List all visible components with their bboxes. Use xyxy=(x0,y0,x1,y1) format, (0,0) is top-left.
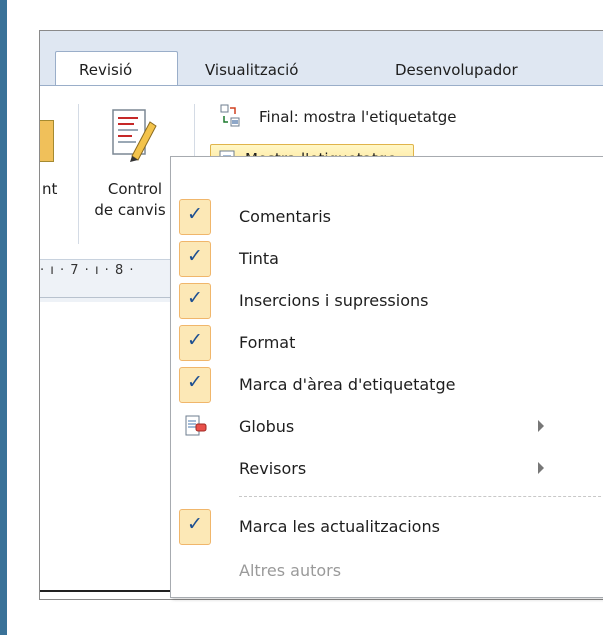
checked-icon: ✓ xyxy=(179,283,211,319)
display-for-review-label: Final: mostra l'etiquetatge xyxy=(259,108,457,126)
balloon-icon xyxy=(185,415,207,436)
menu-item-format[interactable]: ✓ Format xyxy=(171,323,603,365)
menu-separator xyxy=(239,496,603,497)
menu-item-label: Revisors xyxy=(239,459,307,478)
checked-icon: ✓ xyxy=(179,241,211,277)
menu-item-comentaris[interactable]: ✓ Comentaris xyxy=(171,197,603,239)
track-changes-label-2[interactable]: de canvis xyxy=(90,200,170,221)
checked-icon: ✓ xyxy=(179,509,211,545)
menu-item-label: Altres autors xyxy=(239,561,342,580)
submenu-arrow-icon xyxy=(538,462,544,474)
checked-icon: ✓ xyxy=(179,367,211,403)
track-changes-label-1: Control xyxy=(107,180,163,198)
menu-item-label: Format xyxy=(239,333,296,352)
ribbon-partial-label: nt xyxy=(42,180,58,198)
menu-item-marca-actualitzacions[interactable]: ✓ Marca les actualitzacions xyxy=(171,507,603,549)
tab-desenvolupador[interactable]: Desenvolupador xyxy=(395,61,518,79)
menu-item-altres-autors: Altres autors xyxy=(171,551,603,593)
menu-item-revisors[interactable]: Revisors xyxy=(171,449,603,491)
window-edge-bar xyxy=(0,0,7,635)
menu-item-globus[interactable]: Globus xyxy=(171,407,603,449)
display-for-review-icon xyxy=(220,104,240,127)
show-markup-menu: ✓ Comentaris ✓ Tinta ✓ Insercions i supr… xyxy=(170,156,603,598)
menu-item-label: Comentaris xyxy=(239,207,331,226)
tab-visualitzacio[interactable]: Visualització xyxy=(205,61,299,79)
menu-item-tinta[interactable]: ✓ Tinta xyxy=(171,239,603,281)
ruler-marks: · ı · 7 · ı · 8 · xyxy=(40,263,135,278)
checked-icon: ✓ xyxy=(179,199,211,235)
menu-item-label: Globus xyxy=(239,417,295,436)
menu-item-label: Tinta xyxy=(239,249,279,268)
ribbon-tab-strip: Revisió Visualització Desenvolupador xyxy=(40,31,603,87)
menu-item-label: Insercions i supressions xyxy=(239,291,429,310)
menu-item-insercions-supressions[interactable]: ✓ Insercions i supressions xyxy=(171,281,603,323)
submenu-arrow-icon xyxy=(538,420,544,432)
menu-item-label: Marca les actualitzacions xyxy=(239,517,440,536)
menu-item-marca-area-etiquetatge[interactable]: ✓ Marca d'àrea d'etiquetatge xyxy=(171,365,603,407)
menu-item-label: Marca d'àrea d'etiquetatge xyxy=(239,375,456,394)
track-changes-icon xyxy=(112,109,157,162)
display-for-review-dropdown[interactable]: Final: mostra l'etiquetatge xyxy=(212,102,603,132)
track-changes-button[interactable]: Control xyxy=(90,100,180,210)
tab-revisio-label[interactable]: Revisió xyxy=(79,61,132,79)
comment-icon-partial[interactable] xyxy=(40,120,54,162)
checked-icon: ✓ xyxy=(179,325,211,361)
